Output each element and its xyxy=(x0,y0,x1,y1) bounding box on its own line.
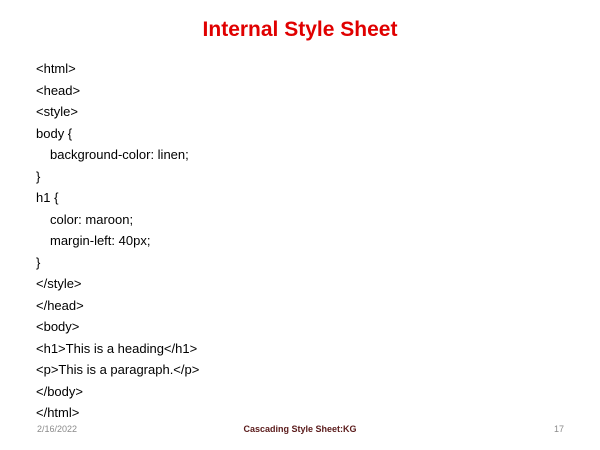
code-line-html-close: </html> xyxy=(36,405,80,420)
slide-title: Internal Style Sheet xyxy=(202,18,398,41)
code-line-head-open: <head> xyxy=(36,82,81,98)
code-block: <html> <head> <style> body { background-… xyxy=(36,58,556,424)
code-line-close-brace: } xyxy=(36,168,41,184)
code-line-p-element: <p>This is a paragraph.</p> xyxy=(36,362,200,377)
code-line-body-open: <body> xyxy=(36,319,80,334)
code-line-background-color: background-color: linen; xyxy=(50,147,189,162)
code-line-style-open: <style> xyxy=(36,104,78,119)
code-line-h1-element: <h1>This is a heading</h1> xyxy=(36,340,198,356)
footer-title: Cascading Style Sheet:KG xyxy=(243,424,357,434)
code-line-close-brace: } xyxy=(36,254,41,270)
code-line-html-open: <html> xyxy=(36,61,76,76)
footer-page-number: 17 xyxy=(553,424,564,434)
code-line-head-close: </head> xyxy=(36,297,84,313)
code-line-margin-left: margin-left: 40px; xyxy=(50,233,151,248)
code-line-style-close: </style> xyxy=(36,276,82,291)
code-line-body-selector: body { xyxy=(36,125,73,141)
code-line-body-close: </body> xyxy=(36,383,83,399)
code-line-color: color: maroon; xyxy=(50,211,134,227)
code-line-h1-selector: h1 { xyxy=(36,190,59,205)
slide: Internal Style Sheet <html> <head> <styl… xyxy=(0,0,600,450)
